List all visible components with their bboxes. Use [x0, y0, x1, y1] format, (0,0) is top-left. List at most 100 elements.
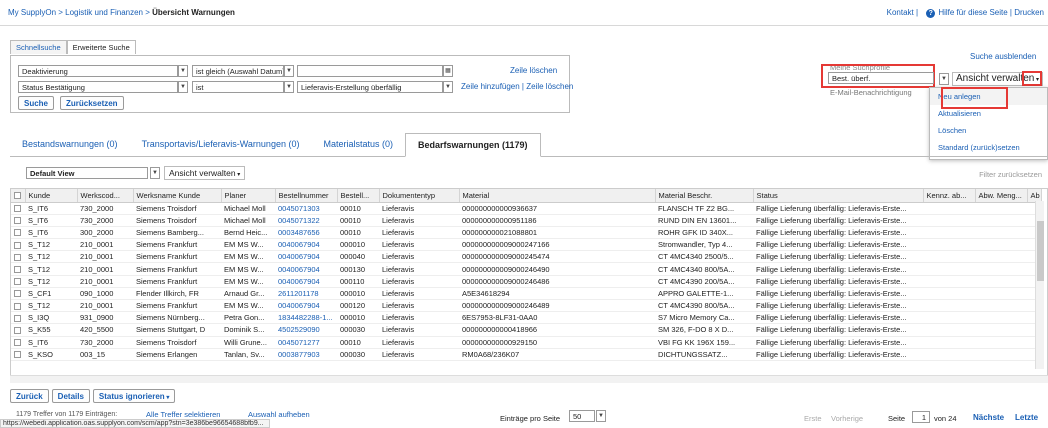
chevron-down-icon[interactable]: ▼ [178, 81, 188, 93]
criteria-value-2[interactable]: Lieferavis-Erstellung überfällig [297, 81, 443, 93]
tab-transport-warnings[interactable]: Transportavis/Lieferavis-Warnungen (0) [130, 133, 312, 157]
column-header[interactable]: Abw. Meng... [975, 189, 1028, 203]
row-checkbox[interactable] [11, 226, 25, 240]
table-row[interactable]: S_IT6 730_2000 Siemens Troisdorf Willi Grun… [11, 336, 1041, 349]
first-page-link[interactable]: Erste [804, 414, 822, 423]
row-checkbox[interactable] [11, 299, 25, 313]
back-button[interactable]: Zurück [10, 389, 49, 403]
criteria-operator-1[interactable]: ist gleich (Auswahl Datum) [192, 65, 284, 77]
tab-stock-warnings[interactable]: Bestandswarnungen (0) [10, 133, 130, 157]
table-row[interactable]: S_T12 210_0001 Siemens Frankfurt EM MS W...… [11, 262, 1041, 276]
tab-advanced-search[interactable]: Erweiterte Suche [66, 40, 136, 54]
chevron-down-icon[interactable]: ▼ [284, 65, 294, 77]
reset-button[interactable]: Zurücksetzen [60, 96, 124, 110]
chevron-down-icon[interactable]: ▼ [939, 73, 949, 85]
row-checkbox[interactable] [11, 348, 25, 361]
row-checkbox[interactable] [11, 275, 25, 288]
table-row[interactable]: S_CF1 090_1000 Flender Illkirch, FR Arnaud … [11, 287, 1041, 301]
row-checkbox[interactable] [11, 202, 25, 215]
table-row[interactable]: S_K55 420_5500 Siemens Stuttgart, D Dominik… [11, 323, 1041, 337]
column-header[interactable]: Bestellnummer [275, 189, 338, 203]
per-page-select[interactable]: 50 [569, 410, 595, 422]
prev-page-link[interactable]: Vorherige [831, 414, 863, 423]
column-header[interactable]: Kunde [25, 189, 78, 203]
criteria-value-1[interactable] [297, 65, 443, 77]
help-link[interactable]: Hilfe für diese Seite | Drucken [938, 8, 1044, 17]
profile-select[interactable]: Best. überf. [828, 72, 934, 84]
select-all-checkbox[interactable] [11, 189, 26, 203]
chevron-down-icon[interactable]: ▼ [150, 167, 160, 179]
tab-quick-search[interactable]: Schnellsuche [10, 40, 67, 54]
tab-material-status[interactable]: Materialstatus (0) [311, 133, 405, 157]
table-row[interactable]: S_KSO 003_15 Siemens Erlangen Tanlan, Sv...… [11, 348, 1041, 361]
order-number-link[interactable]: 4502529090 [275, 323, 337, 337]
criteria-field-2[interactable]: Status Bestätigung [18, 81, 178, 93]
table-row[interactable]: S_T12 210_0001 Siemens Frankfurt EM MS W...… [11, 275, 1041, 288]
order-number-link[interactable]: 0003487656 [275, 226, 337, 240]
column-header[interactable]: Werkscod... [77, 189, 134, 203]
order-number-link[interactable]: 2611201178 [275, 287, 337, 301]
select-all-link[interactable]: Alle Treffer selektieren [146, 410, 220, 419]
order-number-link[interactable]: 0003877903 [275, 348, 337, 361]
table-row[interactable]: S_IT6 730_2000 Siemens Troisdorf Michael Mo… [11, 202, 1041, 215]
contact-link[interactable]: Kontakt | [887, 8, 918, 17]
add-delete-row-link[interactable]: Zeile hinzufügen | Zeile löschen [461, 82, 573, 91]
table-row[interactable]: S_IT6 300_2000 Siemens Bamberg... Bernd Hei… [11, 226, 1041, 240]
order-number-link[interactable]: 0040067904 [275, 299, 337, 313]
column-header[interactable]: Material Beschr. [655, 189, 754, 203]
table-row[interactable]: S_I3Q 931_0900 Siemens Nürnberg... Petra Go… [11, 311, 1041, 325]
column-header[interactable]: Kennz. ab... [923, 189, 976, 203]
calendar-icon[interactable]: ▦ [443, 65, 453, 77]
order-number-link[interactable]: 0045071303 [275, 202, 337, 215]
row-checkbox[interactable] [11, 287, 25, 301]
row-checkbox[interactable] [11, 238, 25, 252]
row-checkbox[interactable] [11, 262, 25, 276]
horizontal-scrollbar[interactable] [10, 375, 1048, 383]
column-header[interactable]: Material [459, 189, 656, 203]
criteria-operator-2[interactable]: ist [192, 81, 284, 93]
table-row[interactable]: S_IT6 730_2000 Siemens Troisdorf Michael Mo… [11, 214, 1041, 227]
chevron-down-icon[interactable]: ▼ [178, 65, 188, 77]
row-checkbox[interactable] [11, 323, 25, 337]
order-number-link[interactable]: 0040067904 [275, 262, 337, 276]
deselect-link[interactable]: Auswahl aufheben [248, 410, 310, 419]
row-checkbox[interactable] [11, 214, 25, 227]
chevron-down-icon[interactable]: ▼ [443, 81, 453, 93]
order-number-link[interactable]: 1834482288-1... [275, 311, 337, 325]
row-checkbox[interactable] [11, 311, 25, 325]
order-number-link[interactable]: 0045071322 [275, 214, 337, 227]
criteria-field-1[interactable]: Deaktivierung [18, 65, 178, 77]
breadcrumb-root[interactable]: My SupplyOn [8, 8, 56, 17]
row-checkbox[interactable] [11, 336, 25, 349]
delete-row-link[interactable]: Zeile löschen [510, 66, 557, 75]
order-number-link[interactable]: 0040067904 [275, 238, 337, 252]
next-page-link[interactable]: Nächste [973, 413, 1004, 422]
column-header[interactable]: Bestell... [337, 189, 380, 203]
table-row[interactable]: S_T12 210_0001 Siemens Frankfurt EM MS W...… [11, 238, 1041, 252]
details-button[interactable]: Details [51, 389, 90, 403]
scrollbar-thumb[interactable] [1037, 221, 1044, 281]
view-manage-dropdown[interactable]: Ansicht verwalten ▾ [164, 166, 246, 180]
order-number-link[interactable]: 0040067904 [275, 250, 337, 264]
order-number-link[interactable]: 0040067904 [275, 275, 337, 288]
hide-search-link[interactable]: Suche ausblenden [970, 52, 1036, 61]
column-header[interactable]: Dokumententyp [379, 189, 460, 203]
view-select[interactable]: Default View [26, 167, 148, 179]
order-number-link[interactable]: 0045071277 [275, 336, 337, 349]
chevron-down-icon[interactable]: ▼ [284, 81, 294, 93]
column-header[interactable]: Status [753, 189, 924, 203]
search-button[interactable]: Suche [18, 96, 55, 110]
row-checkbox[interactable] [11, 250, 25, 264]
last-page-link[interactable]: Letzte [1015, 413, 1038, 422]
vertical-scrollbar[interactable] [1035, 201, 1044, 369]
column-header[interactable]: Planer [221, 189, 276, 203]
breadcrumb-section[interactable]: Logistik und Finanzen [65, 8, 143, 17]
ignore-status-button[interactable]: Status ignorieren ▾ [92, 389, 176, 403]
table-row[interactable]: S_T12 210_0001 Siemens Frankfurt EM MS W...… [11, 250, 1041, 264]
filter-reset-link[interactable]: Filter zurücksetzen [979, 170, 1042, 179]
tab-demand-warnings[interactable]: Bedarfswarnungen (1179) [405, 133, 541, 157]
table-row[interactable]: S_T12 210_0001 Siemens Frankfurt EM MS W...… [11, 299, 1041, 313]
chevron-down-icon[interactable]: ▼ [596, 410, 606, 422]
column-header[interactable]: Werksname Kunde [133, 189, 222, 203]
page-input[interactable]: 1 [912, 411, 930, 423]
